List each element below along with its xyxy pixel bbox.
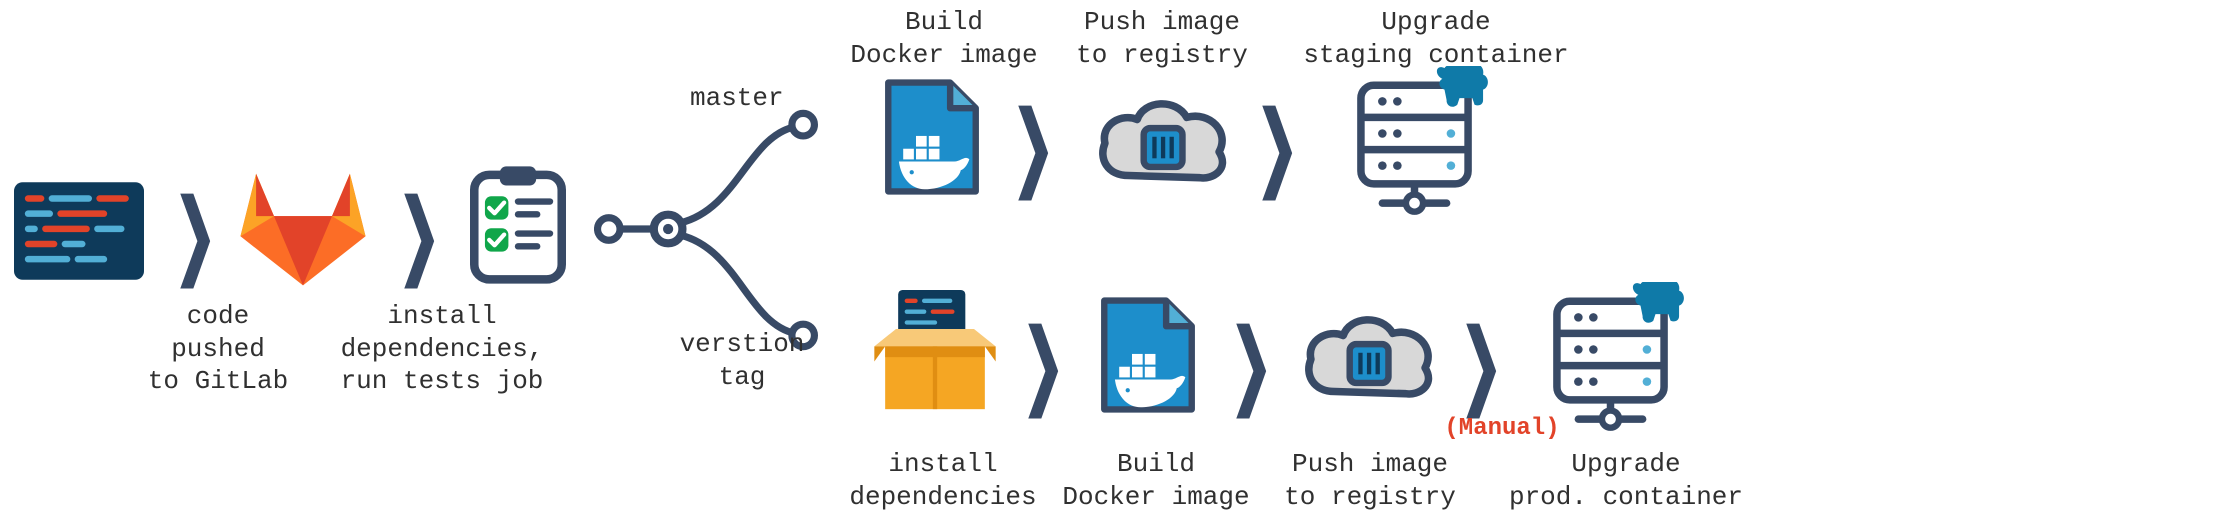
chevron-icon: ❯: [1256, 92, 1298, 199]
code-editor-icon: [14, 182, 144, 280]
chevron-icon: ❯: [1012, 92, 1054, 199]
server-rancher-icon: [1352, 66, 1492, 216]
label-bot-build-docker: Build Docker image: [1056, 448, 1256, 513]
label-branch-master: master: [690, 82, 800, 115]
docker-file-icon: [1100, 296, 1196, 414]
label-bot-upgrade-prod: Upgrade prod. container: [1496, 448, 1756, 513]
chevron-icon: ❯: [398, 180, 440, 287]
package-code-icon: [870, 290, 1000, 420]
cloud-container-icon: [1298, 306, 1438, 406]
label-install-tests: install dependencies, run tests job: [332, 300, 552, 398]
git-branch-icon: [594, 96, 820, 362]
cloud-container-icon: [1092, 90, 1232, 190]
label-bot-push-registry: Push image to registry: [1270, 448, 1470, 513]
pipeline-diagram: ❯ ❯ code pushed to GitLab install depend…: [0, 0, 2215, 524]
label-top-upgrade-staging: Upgrade staging container: [1296, 6, 1576, 71]
gitlab-icon: [236, 162, 370, 286]
docker-file-icon: [884, 78, 980, 196]
clipboard-check-icon: [470, 166, 566, 284]
label-branch-tag: verstion tag: [672, 328, 812, 393]
label-bot-install-deps: install dependencies: [838, 448, 1048, 513]
server-rancher-icon: [1548, 282, 1688, 432]
chevron-icon: ❯: [1022, 310, 1064, 417]
chevron-icon: ❯: [1230, 310, 1272, 417]
label-code-pushed: code pushed to GitLab: [138, 300, 298, 398]
label-top-push-registry: Push image to registry: [1062, 6, 1262, 71]
chevron-icon: ❯: [174, 180, 216, 287]
label-top-build-docker: Build Docker image: [844, 6, 1044, 71]
chevron-icon: ❯: [1460, 310, 1502, 417]
